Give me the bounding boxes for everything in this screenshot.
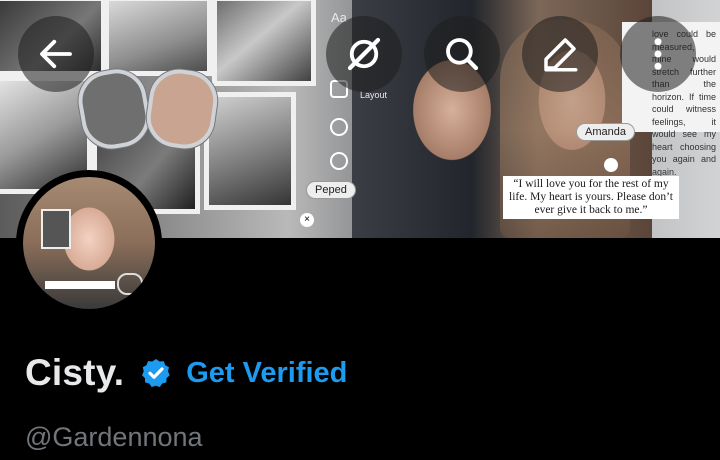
back-button[interactable]	[18, 16, 94, 92]
arrow-left-icon	[40, 39, 72, 69]
avatar-photo-element	[41, 209, 71, 249]
avatar-heart-element	[117, 273, 143, 295]
search-icon	[446, 38, 479, 71]
banner-caption: “I will love you for the rest of my life…	[503, 176, 679, 219]
avatar[interactable]	[16, 170, 162, 316]
more-button[interactable]	[620, 16, 696, 92]
banner-photo	[204, 92, 296, 210]
banner-tag-amanda: Amanda	[576, 123, 635, 141]
close-icon: ×	[300, 213, 314, 227]
circle-icon	[330, 152, 348, 170]
get-verified-link[interactable]: Get Verified	[186, 357, 347, 390]
avatar-image	[23, 177, 155, 309]
banner-photo	[104, 0, 212, 76]
avatar-caption-strip	[45, 281, 115, 289]
profile-name-row: Cisty. Get Verified	[25, 352, 347, 394]
circle-icon	[330, 118, 348, 136]
edit-button[interactable]	[522, 16, 598, 92]
grok-button[interactable]	[326, 16, 402, 92]
pencil-icon	[544, 38, 578, 72]
expand-icon	[604, 158, 618, 172]
search-button[interactable]	[424, 16, 500, 92]
profile-handle: @Gardennona	[25, 422, 203, 452]
profile-name: Cisty.	[25, 352, 125, 393]
grok-icon	[347, 37, 381, 71]
verified-badge-icon[interactable]	[140, 357, 172, 389]
banner-photo	[212, 0, 316, 86]
banner-tag-peped: Peped	[306, 181, 356, 199]
more-vertical-icon	[654, 38, 662, 70]
